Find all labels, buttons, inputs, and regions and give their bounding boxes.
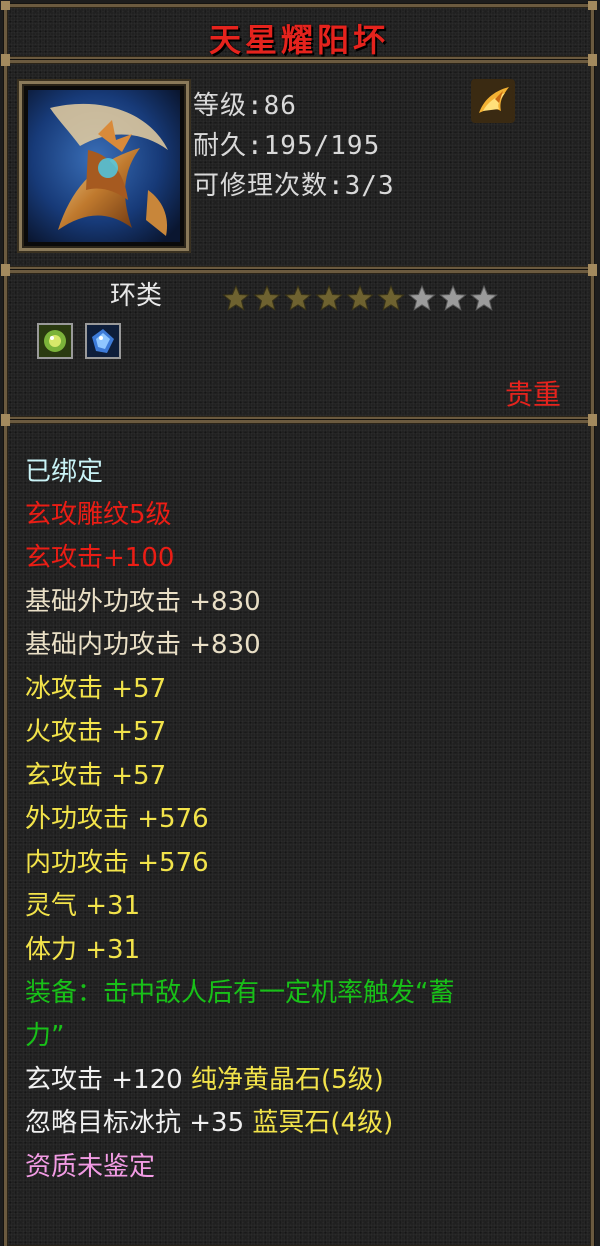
bound-status: 已绑定 xyxy=(25,457,104,487)
item-category: 环类 xyxy=(110,281,163,311)
attributes-panel: 已绑定 玄攻雕纹5级 玄攻击+100 基础外功攻击 +830 基础内功攻击 +8… xyxy=(1,417,597,1246)
stamina-bonus: 体力 +31 xyxy=(25,935,141,965)
star-filled-icon xyxy=(315,285,343,311)
star-empty-icon xyxy=(439,285,467,311)
base-internal-attack: 基础内功攻击 +830 xyxy=(25,630,261,660)
base-external-attack: 基础外功攻击 +830 xyxy=(25,587,261,617)
gem-bonus-1-gem: 纯净黄晶石(5级) xyxy=(190,1065,384,1095)
header-panel: 等级:86 耐久:195/195 可修理次数:3/3 xyxy=(1,57,597,273)
title-panel: 天星耀阳坏 xyxy=(1,1,597,63)
engraving-level: 玄攻雕纹5级 xyxy=(25,500,172,530)
equip-type-icon xyxy=(471,79,515,123)
internal-attack: 内功攻击 +576 xyxy=(25,848,209,878)
star-rating xyxy=(222,285,498,311)
gem-bonus-2: 忽略目标冰抗 +35 蓝冥石(4级) xyxy=(25,1102,393,1139)
star-filled-icon xyxy=(253,285,281,311)
external-attack: 外功攻击 +576 xyxy=(25,804,209,834)
green-gem-icon xyxy=(39,325,71,357)
blue-gem-icon xyxy=(87,325,119,357)
rarity-label: 贵重 xyxy=(504,378,561,411)
equip-effect-line-1: 装备：击中敌人后有一定机率触发“蓄 xyxy=(25,978,455,1008)
item-art-icon xyxy=(28,90,180,242)
star-filled-icon xyxy=(346,285,374,311)
aptitude-status: 资质未鉴定 xyxy=(25,1152,156,1182)
star-filled-icon xyxy=(377,285,405,311)
gem-bonus-1-stat: 玄攻击 +120 xyxy=(25,1065,191,1095)
item-tooltip: 天星耀阳坏 等级:86 耐久:195/195 可修理次数:3/3 环类 贵重 已… xyxy=(0,0,600,1246)
meta-panel: 环类 贵重 xyxy=(1,267,597,423)
gem-bonus-2-stat: 忽略目标冰抗 +35 xyxy=(25,1108,253,1138)
repair-count-text: 可修理次数:3/3 xyxy=(193,171,395,201)
engraving-bonus: 玄攻击+100 xyxy=(25,543,175,573)
star-filled-icon xyxy=(284,285,312,311)
durability-text: 耐久:195/195 xyxy=(193,131,381,161)
star-empty-icon xyxy=(470,285,498,311)
equip-effect-line-2: 力” xyxy=(25,1021,65,1051)
star-empty-icon xyxy=(408,285,436,311)
item-portrait xyxy=(19,81,189,251)
gem-bonus-2-gem: 蓝冥石(4级) xyxy=(252,1108,394,1138)
fire-attack: 火攻击 +57 xyxy=(25,717,167,747)
item-name: 天星耀阳坏 xyxy=(208,21,389,59)
spirit-bonus: 灵气 +31 xyxy=(25,891,141,921)
gem-slot-1[interactable] xyxy=(37,323,73,359)
ice-attack: 冰攻击 +57 xyxy=(25,674,167,704)
gem-bonus-1: 玄攻击 +120 纯净黄晶石(5级) xyxy=(25,1059,384,1096)
gem-slot-2[interactable] xyxy=(85,323,121,359)
star-filled-icon xyxy=(222,285,250,311)
level-text: 等级:86 xyxy=(193,91,297,121)
mystic-attack: 玄攻击 +57 xyxy=(25,761,167,791)
